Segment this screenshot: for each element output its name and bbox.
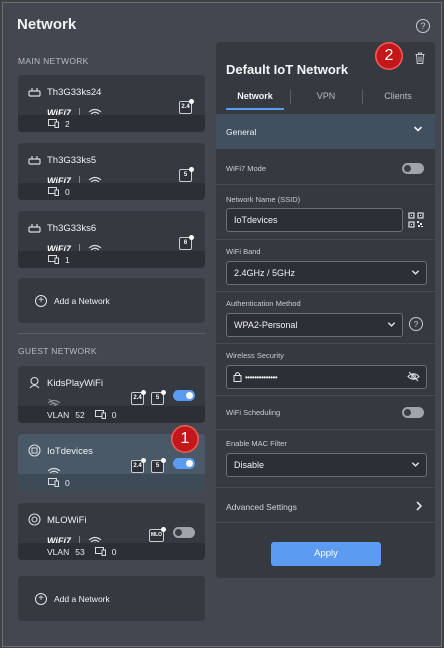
auth-method-select[interactable]: WPA2-Personal [226,313,403,337]
active-tab-indicator [226,108,284,110]
chevron-right-icon[interactable] [415,501,423,511]
router-icon [28,224,41,233]
device-count: 2 [65,118,70,129]
enable-toggle[interactable] [173,390,195,401]
plus-circle-icon: + [35,295,47,307]
help-icon[interactable]: ? [409,317,423,331]
device-count: 0 [65,477,70,488]
wifi7-mode-label: WiFi7 Mode [226,164,267,173]
callout-badge-2: 2 [375,42,403,70]
chevron-down-icon [387,322,396,327]
wifi7-mode-toggle[interactable] [402,163,424,174]
network-name: KidsPlayWiFi [47,378,103,389]
mlo-icon [28,513,41,526]
guest-network-card-kidsplaywifi[interactable]: KidsPlayWiFi 2.4 5 VLAN 52 0 [18,366,205,423]
network-name: Th3G33ks6 [47,223,97,234]
device-count: 0 [111,546,117,557]
network-name: Th3G33ks24 [47,87,102,98]
chevron-down-icon [411,462,420,467]
wifi-band-value: 2.4GHz / 5GHz [234,268,296,278]
band-badge: 5 [151,458,166,473]
ssid-input[interactable]: IoTdevices [226,208,403,232]
chevron-down-icon [413,126,423,132]
eye-off-icon[interactable] [407,371,420,382]
main-network-card-3[interactable]: Th3G33ks6 WiFi7 6 1 [18,211,205,268]
kids-icon [29,376,40,389]
band-badge: 6 [179,235,194,250]
guest-network-card-mlowifi[interactable]: MLOWiFi WiFi7 MLO VLAN 53 0 [18,503,205,560]
wifi-scheduling-label: WiFi Scheduling [226,408,281,417]
devices-icon [94,547,106,556]
enable-toggle[interactable] [173,458,195,469]
panel-title: Default IoT Network [226,62,349,77]
guest-network-heading: GUEST NETWORK [18,346,97,356]
ssid-label: Network Name (SSID) [226,195,301,204]
add-main-network-button[interactable]: + Add a Network [18,278,205,323]
add-guest-network-button[interactable]: + Add a Network [18,576,205,621]
device-count: 0 [111,409,117,420]
mac-filter-value: Disable [234,460,265,470]
page-title: Network [17,16,77,33]
qr-code-icon[interactable] [408,212,424,228]
device-count: 0 [65,186,70,197]
auth-method-value: WPA2-Personal [234,320,298,330]
network-settings-panel: Default IoT Network Network VPN Clients … [216,42,435,578]
general-section-header[interactable]: General [216,114,435,149]
iot-icon [28,444,41,457]
devices-icon [94,410,106,419]
header: Network ? [2,2,440,42]
section-label: General [226,127,257,137]
band-badge: 5 [179,167,194,182]
trash-icon[interactable] [415,52,425,64]
network-name: IoTdevices [47,446,93,457]
mac-filter-label: Enable MAC Filter [226,439,287,448]
band-badge: 2.4 [179,99,194,114]
help-icon[interactable]: ? [416,19,430,33]
devices-icon [48,255,59,264]
main-network-card-1[interactable]: Th3G33ks24 WiFi7 2.4 2 [18,75,205,132]
main-network-card-2[interactable]: Th3G33ks5 WiFi7 5 0 [18,143,205,200]
auth-method-label: Authentication Method [226,299,301,308]
tab-vpn[interactable]: VPN [296,91,356,101]
devices-icon [48,119,59,128]
apply-button[interactable]: Apply [271,542,381,566]
chevron-down-icon [411,270,420,275]
band-badge: 2.4 [131,458,146,473]
enable-toggle[interactable] [173,527,195,538]
device-count: 1 [65,254,70,265]
tab-clients[interactable]: Clients [368,91,428,101]
divider [18,333,205,334]
wireless-security-label: Wireless Security [226,351,284,360]
callout-badge-1: 1 [171,425,199,453]
router-icon [28,156,41,165]
ssid-value: IoTdevices [234,215,278,225]
vlan-id: 53 [75,546,85,557]
mac-filter-select[interactable]: Disable [226,453,427,477]
vlan-label: VLAN [47,409,70,420]
add-network-label: Add a Network [54,296,110,306]
tab-bar: Network VPN Clients [216,87,435,110]
password-value: •••••••••••••• [245,373,278,382]
vlan-label: VLAN [47,546,70,557]
band-badge: 5 [151,390,166,405]
network-name: Th3G33ks5 [47,155,97,166]
router-icon [28,88,41,97]
devices-icon [48,187,59,196]
wifi-scheduling-toggle[interactable] [402,407,424,418]
network-name: MLOWiFi [47,515,87,526]
add-network-label: Add a Network [54,594,110,604]
wifi-band-select[interactable]: 2.4GHz / 5GHz [226,261,427,285]
plus-circle-icon: + [35,593,47,605]
password-input[interactable]: •••••••••••••• [226,365,427,389]
main-network-heading: MAIN NETWORK [18,56,89,66]
vlan-id: 52 [75,409,85,420]
tab-network[interactable]: Network [225,91,285,101]
lock-icon [233,372,242,382]
band-badge: MLO [149,527,166,542]
devices-icon [48,478,59,487]
band-badge: 2.4 [131,390,146,405]
wifi-band-label: WiFi Band [226,247,261,256]
advanced-settings-link[interactable]: Advanced Settings [226,502,297,512]
